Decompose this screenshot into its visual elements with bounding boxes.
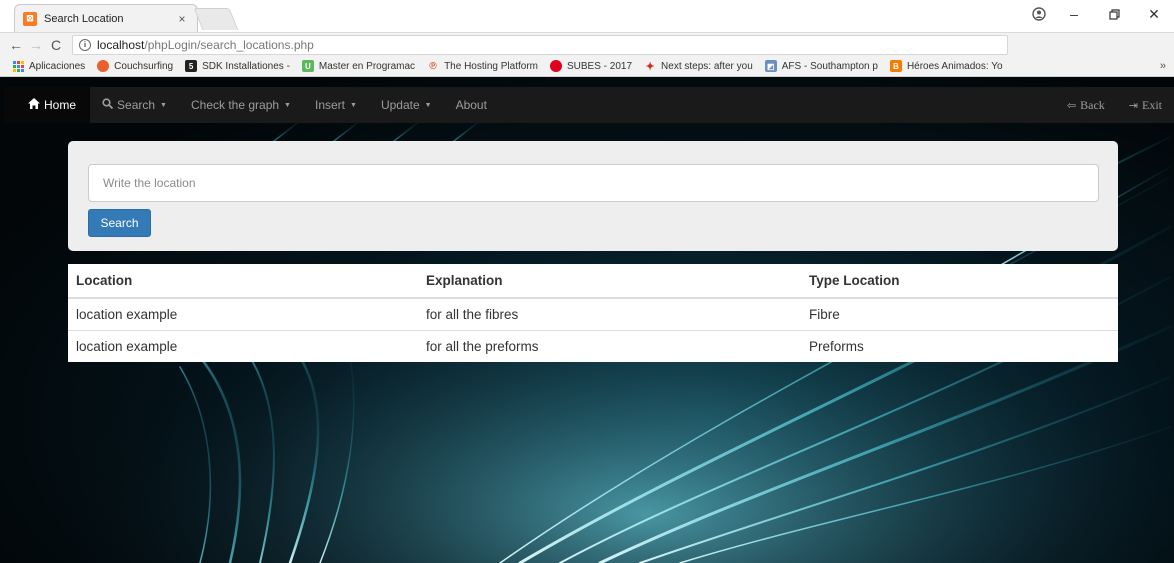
nav-search-dropdown[interactable]: Search ▼: [90, 87, 179, 123]
bookmark-subes[interactable]: SUBES - 2017: [550, 60, 632, 72]
xampp-favicon-icon: ⊠: [23, 11, 37, 26]
cell-location: location example: [68, 329, 418, 362]
bookmark-next-steps[interactable]: ✦ Next steps: after you: [644, 60, 753, 73]
caret-down-icon: ▼: [424, 101, 432, 109]
log-in-icon: ⇦: [1066, 99, 1077, 112]
browser-tab[interactable]: ⊠ Search Location ×: [14, 4, 198, 32]
bookmark-apps[interactable]: Aplicaciones: [12, 60, 85, 72]
table-row: location example for all the fibres Fibr…: [68, 297, 1118, 330]
cell-location: location example: [68, 297, 418, 330]
maple-leaf-icon: ✦: [645, 60, 655, 73]
hosting-icon: ℗: [429, 60, 437, 72]
table-row: location example for all the preforms Pr…: [68, 329, 1118, 362]
nav-back[interactable]: ⇦ Back: [1055, 87, 1117, 123]
page-content: Home Search ▼ Check the graph ▼ Insert ▼…: [0, 77, 1174, 563]
bookmarks-bar: Aplicaciones Couchsurfing 5 SDK Installa…: [0, 56, 1174, 77]
url-field[interactable]: i localhost/phpLogin/search_locations.ph…: [72, 34, 1008, 55]
tab-close-icon[interactable]: ×: [175, 12, 189, 26]
bookmark-label: AFS - Southampton p: [781, 60, 878, 72]
nav-insert-dropdown[interactable]: Insert ▼: [303, 87, 369, 123]
window-controls: – ✕: [1024, 0, 1174, 28]
nav-exit-label: Exit: [1142, 97, 1162, 112]
cell-explanation: for all the preforms: [418, 329, 801, 362]
bookmark-label: Next steps: after you: [661, 60, 753, 72]
nav-exit[interactable]: ⇥ Exit: [1117, 87, 1174, 123]
nav-check-graph-label: Check the graph: [190, 98, 280, 112]
bookmark-label: SUBES - 2017: [567, 60, 633, 72]
account-icon[interactable]: [1024, 0, 1054, 28]
nav-about[interactable]: About: [444, 87, 499, 123]
nav-home[interactable]: Home: [4, 87, 91, 123]
restore-icon[interactable]: [1094, 0, 1134, 28]
nav-search-label: Search: [117, 98, 156, 112]
column-header-explanation: Explanation: [418, 264, 801, 299]
url-host: localhost: [97, 37, 145, 52]
nav-insert-label: Insert: [314, 98, 345, 112]
subes-icon: [550, 60, 562, 72]
bookmark-master[interactable]: U Master en Programac: [301, 60, 416, 72]
bookmark-couchsurfing[interactable]: Couchsurfing: [97, 60, 173, 72]
search-button[interactable]: Search: [88, 209, 151, 237]
back-arrow-icon[interactable]: ←: [6, 37, 26, 53]
locations-table: Location Explanation Type Location locat…: [68, 264, 1118, 362]
nav-check-graph-dropdown[interactable]: Check the graph ▼: [179, 87, 303, 123]
nav-right-group: ⇦ Back ⇥ Exit: [1055, 87, 1174, 123]
nav-back-label: Back: [1080, 97, 1105, 112]
new-tab-button[interactable]: [193, 8, 239, 30]
bookmark-sdk[interactable]: 5 SDK Installationes -: [185, 60, 290, 72]
url-path: /phpLogin/search_locations.php: [144, 37, 314, 52]
reload-icon[interactable]: C: [46, 37, 66, 53]
bookmark-label: SDK Installationes -: [202, 60, 290, 72]
minimize-icon[interactable]: –: [1054, 0, 1094, 28]
search-panel: Search: [68, 141, 1118, 251]
cell-explanation: for all the fibres: [418, 297, 801, 330]
search-icon: [102, 98, 114, 112]
column-header-location: Location: [68, 264, 418, 299]
main-navbar: Home Search ▼ Check the graph ▼ Insert ▼…: [4, 87, 1174, 123]
bookmark-label: Héroes Animados: Yo: [906, 60, 1003, 72]
bookmark-label: Master en Programac: [318, 60, 416, 72]
browser-tab-strip: ⊠ Search Location × – ✕: [0, 0, 1174, 32]
bookmark-label: Couchsurfing: [114, 60, 174, 72]
bookmark-heroes[interactable]: B Héroes Animados: Yo: [889, 60, 1003, 72]
info-icon[interactable]: i: [79, 38, 91, 51]
tab-title: Search Location: [44, 12, 124, 25]
caret-down-icon: ▼: [284, 101, 291, 109]
bookmark-label: The Hosting Platform: [444, 60, 538, 72]
cell-type-location: Preforms: [801, 329, 1118, 362]
nav-update-label: Update: [380, 98, 420, 112]
log-out-icon: ⇥: [1128, 99, 1138, 112]
cell-type-location: Fibre: [801, 297, 1118, 330]
forward-arrow-icon[interactable]: →: [26, 37, 46, 53]
column-header-type-location: Type Location: [801, 264, 1118, 299]
home-icon: [28, 98, 40, 112]
couchsurfing-icon: [97, 60, 110, 72]
bookmark-label: Aplicaciones: [29, 60, 86, 72]
caret-down-icon: ▼: [350, 101, 357, 109]
bookmarks-overflow-icon[interactable]: »: [1160, 60, 1166, 72]
apps-grid-icon: [12, 60, 24, 72]
sdk-icon: 5: [185, 60, 198, 72]
nav-home-label: Home: [44, 98, 77, 112]
table-header-row: Location Explanation Type Location: [68, 264, 1118, 299]
nav-update-dropdown[interactable]: Update ▼: [369, 87, 444, 123]
udemy-icon: U: [301, 60, 314, 72]
location-search-input[interactable]: [88, 164, 1099, 202]
nav-about-label: About: [455, 98, 487, 112]
bookmark-afs[interactable]: ◩ AFS - Southampton p: [764, 60, 878, 72]
close-window-icon[interactable]: ✕: [1134, 0, 1174, 28]
address-bar: ← → C i localhost/phpLogin/search_locati…: [0, 32, 1174, 84]
caret-down-icon: ▼: [160, 101, 167, 109]
blogger-icon: B: [889, 60, 902, 72]
afs-icon: ◩: [764, 60, 777, 72]
bookmark-hosting[interactable]: ℗ The Hosting Platform: [427, 60, 538, 72]
